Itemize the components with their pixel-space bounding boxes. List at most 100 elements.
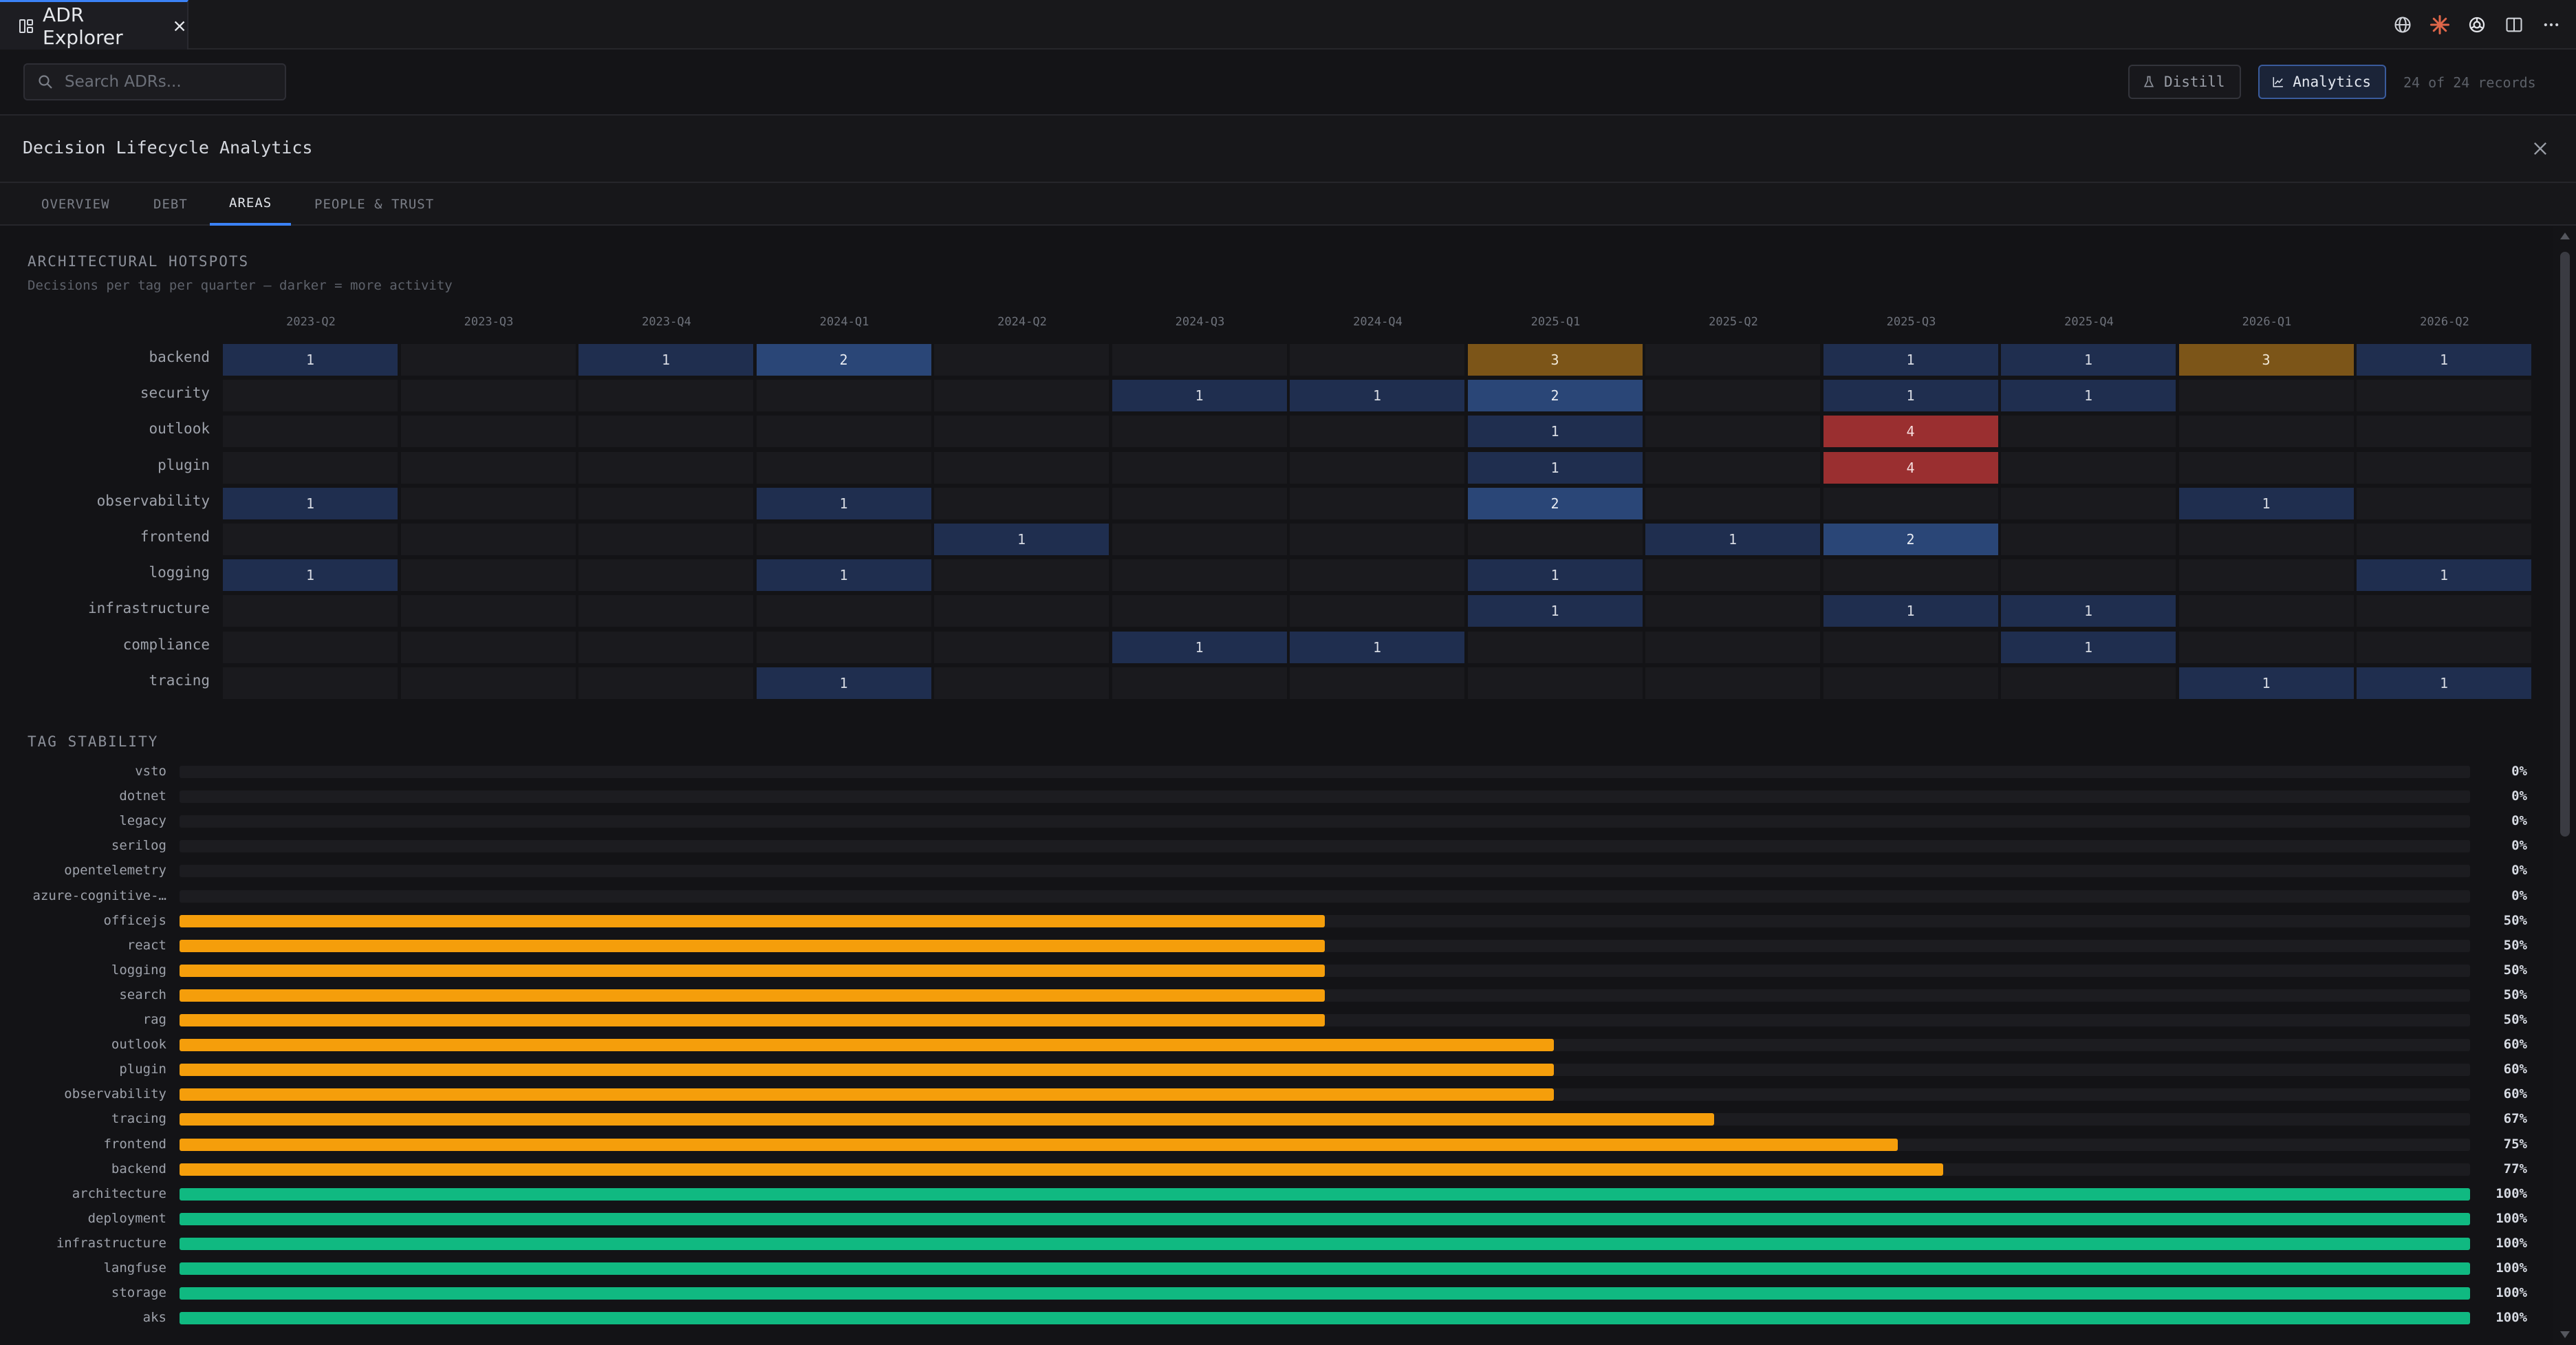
tab-overview[interactable]: OVERVIEW — [41, 183, 110, 226]
heatmap-cell[interactable]: 1 — [2001, 380, 2176, 412]
stability-bar-track — [180, 865, 2470, 878]
split-view-icon[interactable] — [2503, 14, 2525, 36]
heatmap-cell — [400, 667, 576, 699]
heatmap-cell — [1290, 344, 1464, 376]
heatmap-cell[interactable]: 1 — [2001, 631, 2176, 663]
heatmap-cell — [578, 416, 753, 448]
heatmap-cell[interactable]: 1 — [1823, 344, 1998, 376]
stability-bar — [180, 1064, 1554, 1077]
tab-adr-explorer[interactable]: ADR Explorer — [0, 0, 188, 50]
heatmap-cell[interactable]: 1 — [1467, 416, 1643, 448]
stability-tag-label: search — [119, 987, 166, 1002]
heatmap-cell[interactable]: 1 — [1467, 559, 1643, 592]
tab-areas[interactable]: AREAS — [210, 183, 292, 226]
stability-tag-label: outlook — [111, 1037, 166, 1053]
heatmap-cell[interactable]: 1 — [2178, 487, 2354, 519]
close-panel-icon[interactable] — [2531, 139, 2550, 158]
heatmap-cell — [756, 380, 931, 412]
heatmap-cell[interactable]: 1 — [1112, 631, 1287, 663]
heatmap-cell — [756, 631, 931, 663]
stability-bar — [180, 939, 1325, 952]
heatmap-cell[interactable]: 1 — [1290, 380, 1464, 412]
line-chart-icon — [2273, 77, 2283, 87]
distill-button[interactable]: Distill — [2128, 65, 2241, 99]
stability-percent: 60% — [2503, 1062, 2527, 1077]
heatmap-cell[interactable]: 1 — [756, 559, 931, 592]
tab-debt[interactable]: DEBT — [153, 183, 188, 226]
stability-bar-track — [180, 840, 2470, 853]
heatmap-cell — [1467, 631, 1643, 663]
heatmap-cell[interactable]: 1 — [223, 559, 398, 592]
analytics-button[interactable]: Analytics — [2258, 65, 2386, 99]
scrollbar-thumb[interactable] — [2560, 252, 2570, 837]
tag-row-label: logging — [149, 564, 210, 581]
stability-bar — [180, 914, 1325, 927]
stability-tag-label: legacy — [119, 813, 166, 829]
vertical-scrollbar[interactable] — [2553, 226, 2576, 1345]
heatmap-cell[interactable]: 1 — [1467, 595, 1643, 627]
heatmap-cell — [1823, 667, 1998, 699]
heatmap-cell[interactable]: 2 — [1467, 380, 1643, 412]
stability-percent: 0% — [2511, 813, 2527, 829]
heatmap-cell[interactable]: 1 — [2357, 667, 2531, 699]
heatmap-cell[interactable]: 1 — [756, 667, 931, 699]
more-icon[interactable] — [2540, 14, 2562, 36]
heatmap-cell[interactable]: 3 — [2178, 344, 2354, 376]
tag-row-label: compliance — [122, 636, 210, 653]
heatmap-cell[interactable]: 1 — [2357, 344, 2531, 376]
heatmap-cell — [400, 487, 576, 519]
heatmap-cell[interactable]: 1 — [578, 344, 753, 376]
quarter-header: 2025-Q4 — [2064, 315, 2114, 329]
tab-people-trust[interactable]: PEOPLE & TRUST — [314, 183, 434, 226]
heatmap-cell[interactable]: 1 — [2001, 344, 2176, 376]
openai-icon[interactable] — [2466, 14, 2488, 36]
heatmap-cell[interactable]: 1 — [223, 487, 398, 519]
scroll-down-icon[interactable] — [2559, 1330, 2570, 1339]
heatmap-cell[interactable]: 1 — [2357, 559, 2531, 592]
quarter-header: 2026-Q1 — [2242, 315, 2292, 329]
tab-title: ADR Explorer — [43, 3, 123, 49]
heatmap-cell — [1290, 416, 1464, 448]
heatmap-cell — [2178, 559, 2354, 592]
quarter-header: 2025-Q2 — [1709, 315, 1758, 329]
title-bar: ADR Explorer — [0, 0, 2576, 50]
heatmap-cell — [2178, 524, 2354, 555]
heatmap-cell[interactable]: 1 — [1467, 451, 1643, 484]
heatmap-cell[interactable]: 1 — [1645, 524, 1820, 555]
heatmap-cell[interactable]: 2 — [756, 344, 931, 376]
stability-tag-label: frontend — [103, 1136, 166, 1152]
heatmap-cell[interactable]: 3 — [1467, 344, 1643, 376]
scroll-up-icon[interactable] — [2559, 231, 2570, 241]
heatmap-cell — [223, 631, 398, 663]
sparkle-icon[interactable] — [2429, 14, 2451, 36]
stability-percent: 100% — [2496, 1260, 2527, 1276]
heatmap-cell[interactable]: 1 — [1823, 595, 1998, 627]
heatmap-cell — [1645, 631, 1820, 663]
heatmap-cell[interactable]: 1 — [756, 487, 931, 519]
heatmap-cell — [223, 416, 398, 448]
heatmap-cell[interactable]: 1 — [1823, 380, 1998, 412]
heatmap-cell[interactable]: 2 — [1467, 487, 1643, 519]
heatmap-cell[interactable]: 2 — [1823, 524, 1998, 555]
heatmap-cell[interactable]: 1 — [2001, 595, 2176, 627]
analytics-tabs: OVERVIEW DEBT AREAS PEOPLE & TRUST — [0, 183, 2576, 226]
heatmap-cell[interactable]: 1 — [2178, 667, 2354, 699]
tag-row-label: outlook — [149, 420, 210, 438]
stability-percent: 100% — [2496, 1235, 2527, 1251]
heatmap-cell — [223, 524, 398, 555]
heatmap-cell[interactable]: 1 — [223, 344, 398, 376]
search-box[interactable] — [23, 63, 286, 100]
search-input[interactable] — [63, 72, 283, 92]
heatmap-cell[interactable]: 1 — [1290, 631, 1464, 663]
stability-tag-label: architecture — [72, 1185, 166, 1201]
heatmap-cell[interactable]: 4 — [1823, 416, 1998, 448]
close-icon[interactable] — [172, 18, 187, 34]
heatmap-cell[interactable]: 1 — [934, 524, 1109, 555]
heatmap-cell — [1467, 524, 1643, 555]
heatmap-cell[interactable]: 4 — [1823, 451, 1998, 484]
stability-bar-track — [180, 964, 2470, 977]
stability-tag-label: logging — [111, 962, 166, 978]
globe-icon[interactable] — [2392, 14, 2414, 36]
stability-tag-label: tracing — [111, 1111, 166, 1127]
heatmap-cell[interactable]: 1 — [1112, 380, 1287, 412]
